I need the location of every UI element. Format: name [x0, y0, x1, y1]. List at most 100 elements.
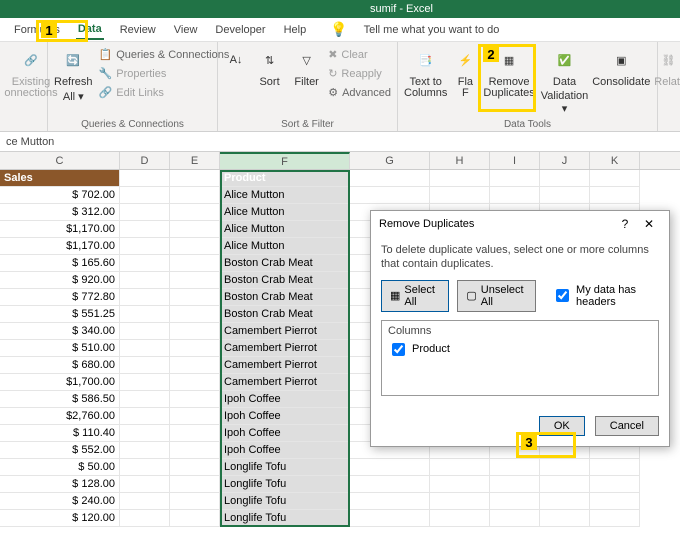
- grid-cell[interactable]: [120, 357, 170, 374]
- product-cell[interactable]: Alice Mutton: [220, 204, 350, 221]
- sales-cell[interactable]: $ 50.00: [0, 459, 120, 476]
- sort-button[interactable]: ⇅Sort: [254, 46, 285, 117]
- grid-cell[interactable]: [170, 221, 220, 238]
- grid-cell[interactable]: [430, 170, 490, 187]
- select-all-button[interactable]: ▦Select All: [381, 280, 449, 312]
- grid-cell[interactable]: [540, 476, 590, 493]
- text-to-columns-button[interactable]: 📑Text toColumns: [404, 46, 447, 117]
- grid-cell[interactable]: [120, 323, 170, 340]
- grid-cell[interactable]: [120, 170, 170, 187]
- relationships-button[interactable]: ⛓Relati: [654, 46, 680, 117]
- grid-cell[interactable]: [170, 272, 220, 289]
- grid-cell[interactable]: [120, 187, 170, 204]
- grid-cell[interactable]: [350, 476, 430, 493]
- product-cell[interactable]: Longlife Tofu: [220, 510, 350, 527]
- col-header-C[interactable]: C: [0, 152, 120, 169]
- product-cell[interactable]: Ipoh Coffee: [220, 408, 350, 425]
- sales-cell[interactable]: $ 702.00: [0, 187, 120, 204]
- product-cell[interactable]: Longlife Tofu: [220, 459, 350, 476]
- headers-check-input[interactable]: [556, 289, 569, 302]
- product-cell[interactable]: Boston Crab Meat: [220, 272, 350, 289]
- grid-cell[interactable]: [540, 187, 590, 204]
- grid-cell[interactable]: [490, 187, 540, 204]
- grid-cell[interactable]: [430, 187, 490, 204]
- grid-cell[interactable]: [120, 204, 170, 221]
- sales-header[interactable]: Sales: [0, 170, 120, 187]
- grid-cell[interactable]: [590, 510, 640, 527]
- sales-cell[interactable]: $ 510.00: [0, 340, 120, 357]
- formula-bar[interactable]: ce Mutton: [0, 132, 680, 152]
- grid-cell[interactable]: [120, 391, 170, 408]
- grid-cell[interactable]: [170, 187, 220, 204]
- grid-cell[interactable]: [170, 238, 220, 255]
- sales-cell[interactable]: $ 312.00: [0, 204, 120, 221]
- product-cell[interactable]: Longlife Tofu: [220, 493, 350, 510]
- sales-cell[interactable]: $1,170.00: [0, 238, 120, 255]
- close-icon[interactable]: ✕: [637, 217, 661, 231]
- grid-cell[interactable]: [590, 459, 640, 476]
- grid-cell[interactable]: [590, 170, 640, 187]
- col-check-input[interactable]: [392, 343, 405, 356]
- grid-cell[interactable]: [170, 408, 220, 425]
- remove-duplicates-button[interactable]: ▦RemoveDuplicates: [483, 46, 534, 117]
- product-cell[interactable]: Boston Crab Meat: [220, 289, 350, 306]
- sales-cell[interactable]: $ 165.60: [0, 255, 120, 272]
- grid-cell[interactable]: [540, 510, 590, 527]
- grid-cell[interactable]: [490, 510, 540, 527]
- ok-button[interactable]: OK: [539, 416, 585, 436]
- filter-button[interactable]: ▽Filter: [291, 46, 322, 117]
- grid-cell[interactable]: [170, 374, 220, 391]
- sales-cell[interactable]: $ 586.50: [0, 391, 120, 408]
- clear-button[interactable]: ✖Clear: [328, 46, 391, 63]
- grid-cell[interactable]: [120, 238, 170, 255]
- grid-cell[interactable]: [350, 187, 430, 204]
- grid-cell[interactable]: [490, 493, 540, 510]
- queries-connections-button[interactable]: 📋Queries & Connections: [99, 46, 230, 63]
- sales-cell[interactable]: $ 340.00: [0, 323, 120, 340]
- grid-cell[interactable]: [490, 170, 540, 187]
- product-cell[interactable]: Ipoh Coffee: [220, 425, 350, 442]
- grid-cell[interactable]: [120, 493, 170, 510]
- grid-cell[interactable]: [490, 459, 540, 476]
- sales-cell[interactable]: $1,700.00: [0, 374, 120, 391]
- product-cell[interactable]: Alice Mutton: [220, 238, 350, 255]
- tab-view[interactable]: View: [172, 21, 200, 39]
- edit-links-button[interactable]: 🔗Edit Links: [99, 84, 230, 101]
- col-header-G[interactable]: G: [350, 152, 430, 169]
- product-cell[interactable]: Ipoh Coffee: [220, 442, 350, 459]
- tab-formulas[interactable]: Formulas: [12, 21, 62, 39]
- grid-cell[interactable]: [490, 476, 540, 493]
- grid-cell[interactable]: [120, 459, 170, 476]
- product-cell[interactable]: Alice Mutton: [220, 187, 350, 204]
- grid-cell[interactable]: [170, 476, 220, 493]
- col-header-D[interactable]: D: [120, 152, 170, 169]
- col-header-E[interactable]: E: [170, 152, 220, 169]
- column-product-checkbox[interactable]: Product: [388, 340, 652, 359]
- grid-cell[interactable]: [170, 493, 220, 510]
- grid-cell[interactable]: [350, 170, 430, 187]
- sales-cell[interactable]: $ 128.00: [0, 476, 120, 493]
- grid-cell[interactable]: [120, 442, 170, 459]
- col-header-F[interactable]: F: [220, 152, 350, 169]
- grid-cell[interactable]: [120, 425, 170, 442]
- col-header-H[interactable]: H: [430, 152, 490, 169]
- grid-cell[interactable]: [540, 170, 590, 187]
- product-cell[interactable]: Camembert Pierrot: [220, 374, 350, 391]
- sales-cell[interactable]: $ 120.00: [0, 510, 120, 527]
- grid-cell[interactable]: [120, 340, 170, 357]
- grid-cell[interactable]: [120, 374, 170, 391]
- sales-cell[interactable]: $ 920.00: [0, 272, 120, 289]
- sales-cell[interactable]: $ 772.80: [0, 289, 120, 306]
- grid-cell[interactable]: [430, 493, 490, 510]
- help-button[interactable]: ?: [613, 217, 637, 231]
- grid-cell[interactable]: [120, 476, 170, 493]
- grid-cell[interactable]: [590, 493, 640, 510]
- grid-cell[interactable]: [170, 425, 220, 442]
- grid-cell[interactable]: [120, 408, 170, 425]
- reapply-button[interactable]: ↻Reapply: [328, 65, 391, 82]
- advanced-button[interactable]: ⚙Advanced: [328, 84, 391, 101]
- product-cell[interactable]: Camembert Pierrot: [220, 357, 350, 374]
- product-cell[interactable]: Longlife Tofu: [220, 476, 350, 493]
- grid-cell[interactable]: [120, 255, 170, 272]
- grid-cell[interactable]: [430, 459, 490, 476]
